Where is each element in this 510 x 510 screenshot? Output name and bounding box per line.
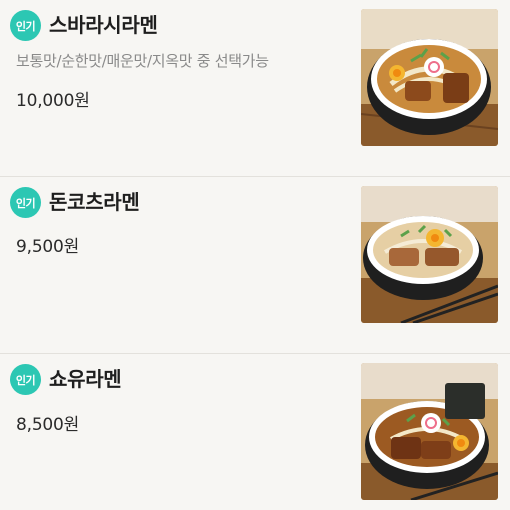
menu-list: 인기 스바라시라멘 보통맛/순한맛/매운맛/지옥맛 중 선택가능 10,000원 xyxy=(0,0,510,510)
popular-badge: 인기 xyxy=(10,10,41,41)
menu-item-price: 10,000원 xyxy=(16,91,90,111)
menu-item-tonkotsu-ramen[interactable]: 인기 돈코츠라멘 9,500원 xyxy=(0,177,510,354)
menu-item-name: 스바라시라멘 xyxy=(49,13,158,37)
popular-badge: 인기 xyxy=(10,364,41,395)
menu-item-price: 9,500원 xyxy=(16,237,80,257)
menu-item-name: 돈코츠라멘 xyxy=(49,190,140,214)
menu-item-photo[interactable] xyxy=(361,9,498,146)
menu-item-photo[interactable] xyxy=(361,363,498,500)
menu-item-price: 8,500원 xyxy=(16,415,80,435)
popular-badge: 인기 xyxy=(10,187,41,218)
menu-item-name: 쇼유라멘 xyxy=(49,367,122,391)
menu-item-options: 보통맛/순한맛/매운맛/지옥맛 중 선택가능 xyxy=(16,52,269,70)
menu-item-shoyu-ramen[interactable]: 인기 쇼유라멘 8,500원 xyxy=(0,354,510,510)
menu-item-subarashi-ramen[interactable]: 인기 스바라시라멘 보통맛/순한맛/매운맛/지옥맛 중 선택가능 10,000원 xyxy=(0,0,510,177)
menu-item-photo[interactable] xyxy=(361,186,498,323)
